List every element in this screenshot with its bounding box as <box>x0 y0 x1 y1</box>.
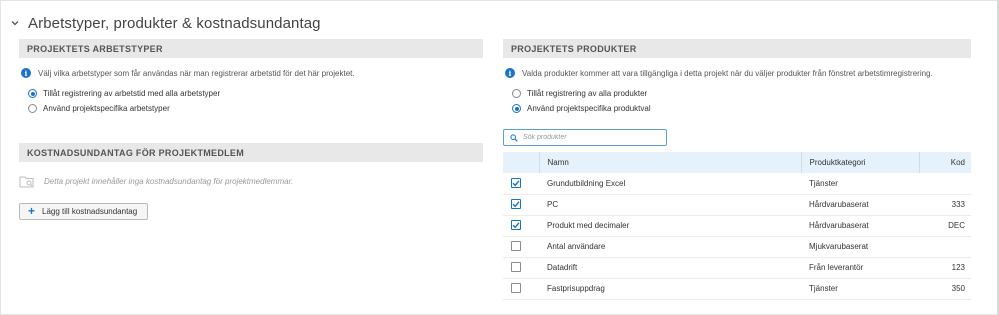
product-code-cell: 333 <box>951 200 965 209</box>
search-icon <box>510 133 518 142</box>
radio-project-specific-products[interactable]: Använd projektspecifika produktval <box>503 101 971 116</box>
work-types-heading: PROJEKTETS ARBETSTYPER <box>19 39 483 58</box>
radio-label: Tillåt registrering av alla produkter <box>527 89 648 98</box>
radio-project-specific-work-types[interactable]: Använd projektspecifika arbetstyper <box>19 101 483 116</box>
product-category-cell: Hårdvarubaserat <box>809 221 869 230</box>
row-select-cell <box>503 257 539 278</box>
radio-label: Använd projektspecifika produktval <box>527 104 651 113</box>
product-name-cell: Antal användare <box>547 242 606 251</box>
product-category-cell: Hårdvarubaserat <box>809 200 869 209</box>
section-title: Arbetstyper, produkter & kostnadsundanta… <box>28 14 321 32</box>
row-select-cell <box>503 194 539 215</box>
radio-button[interactable] <box>512 104 521 113</box>
work-types-info: i Välj vilka arbetstyper som får använda… <box>19 68 483 78</box>
left-column: PROJEKTETS ARBETSTYPER i Välj vilka arbe… <box>19 39 483 220</box>
folder-search-icon <box>19 176 34 188</box>
cost-exceptions-empty: Detta projekt innehåller inga kostnadsun… <box>19 175 483 188</box>
products-info-text: Valda produkter kommer att vara tillgäng… <box>522 68 933 78</box>
chevron-down-icon <box>11 21 19 26</box>
products-table: Namn Produktkategori Kod Grundutbildning… <box>503 152 971 300</box>
row-select-cell <box>503 173 539 194</box>
column-header-name[interactable]: Namn <box>539 152 802 173</box>
product-category-cell: Tjänster <box>809 284 838 293</box>
radio-button[interactable] <box>28 89 37 98</box>
row-checkbox[interactable] <box>511 177 521 188</box>
product-category-cell: Mjukvarubaserat <box>809 242 869 251</box>
checkmark-icon <box>512 222 520 229</box>
product-name-cell: PC <box>547 200 559 209</box>
add-cost-exception-button[interactable]: + Lägg till kostnadsundantag <box>19 202 149 220</box>
row-select-cell <box>503 278 539 299</box>
product-name-cell: Produkt med decimaler <box>547 221 630 230</box>
add-button-wrap: + Lägg till kostnadsundantag <box>19 202 483 220</box>
products-info: i Valda produkter kommer att vara tillgä… <box>503 68 971 78</box>
product-category-cell: Tjänster <box>809 178 838 188</box>
radio-allow-all-work-types[interactable]: Tillåt registrering av arbetstid med all… <box>19 86 483 101</box>
column-header-code[interactable]: Kod <box>919 152 971 173</box>
product-category-cell: Från leverantör <box>809 263 864 272</box>
radio-label: Använd projektspecifika arbetstyper <box>43 104 170 113</box>
product-code-cell <box>919 236 971 257</box>
products-radio-group: Tillåt registrering av alla produkter An… <box>503 86 971 116</box>
product-code-cell: DEC <box>948 221 965 230</box>
product-search-input[interactable] <box>523 134 663 141</box>
row-select-cell <box>503 236 539 257</box>
work-types-info-text: Välj vilka arbetstyper som får användas … <box>38 68 355 78</box>
table-row[interactable]: PC Hårdvarubaserat 333 <box>503 194 971 215</box>
cost-exceptions-heading: KOSTNADSUNDANTAG FÖR PROJEKTMEDLEM <box>19 143 483 162</box>
add-cost-exception-label: Lägg till kostnadsundantag <box>42 206 138 216</box>
products-heading: PROJEKTETS PRODUKTER <box>503 39 971 58</box>
select-column-header <box>503 152 540 173</box>
table-row[interactable]: Produkt med decimaler Hårdvarubaserat DEC <box>503 215 971 236</box>
table-row[interactable]: Datadrift Från leverantör 123 <box>503 257 971 278</box>
radio-allow-all-products[interactable]: Tillåt registrering av alla produkter <box>503 86 971 101</box>
column-header-category[interactable]: Produktkategori <box>801 152 920 173</box>
product-code-cell <box>919 173 971 194</box>
table-row[interactable]: Fastprisuppdrag Tjänster 350 <box>503 278 971 299</box>
product-name-cell: Fastprisuppdrag <box>547 284 605 293</box>
table-row[interactable]: Grundutbildning Excel Tjänster <box>503 173 971 194</box>
product-name-cell: Grundutbildning Excel <box>547 178 626 188</box>
work-types-radio-group: Tillåt registrering av arbetstid med all… <box>19 86 483 116</box>
info-icon: i <box>21 68 31 78</box>
product-search-box[interactable] <box>503 129 667 146</box>
row-checkbox[interactable] <box>511 199 521 209</box>
radio-button[interactable] <box>512 89 521 98</box>
table-row[interactable]: Antal användare Mjukvarubaserat <box>503 236 971 257</box>
info-icon: i <box>505 68 515 78</box>
row-checkbox[interactable] <box>511 282 521 293</box>
cost-exceptions-empty-text: Detta projekt innehåller inga kostnadsun… <box>44 177 294 186</box>
product-code-cell: 123 <box>951 263 965 272</box>
radio-button[interactable] <box>28 104 37 113</box>
row-checkbox[interactable] <box>511 220 521 230</box>
section-toggle[interactable]: Arbetstyper, produkter & kostnadsundanta… <box>10 12 321 34</box>
product-name-cell: Datadrift <box>547 263 578 272</box>
product-code-cell: 350 <box>951 284 965 293</box>
radio-label: Tillåt registrering av arbetstid med all… <box>43 89 221 98</box>
row-checkbox[interactable] <box>511 261 521 272</box>
plus-icon: + <box>28 204 36 218</box>
table-header-row: Namn Produktkategori Kod <box>503 152 971 173</box>
row-checkbox[interactable] <box>511 240 521 251</box>
checkmark-icon <box>512 201 520 208</box>
row-select-cell <box>503 215 539 236</box>
right-column: PROJEKTETS PRODUKTER i Valda produkter k… <box>503 39 971 300</box>
checkmark-icon <box>512 180 520 187</box>
